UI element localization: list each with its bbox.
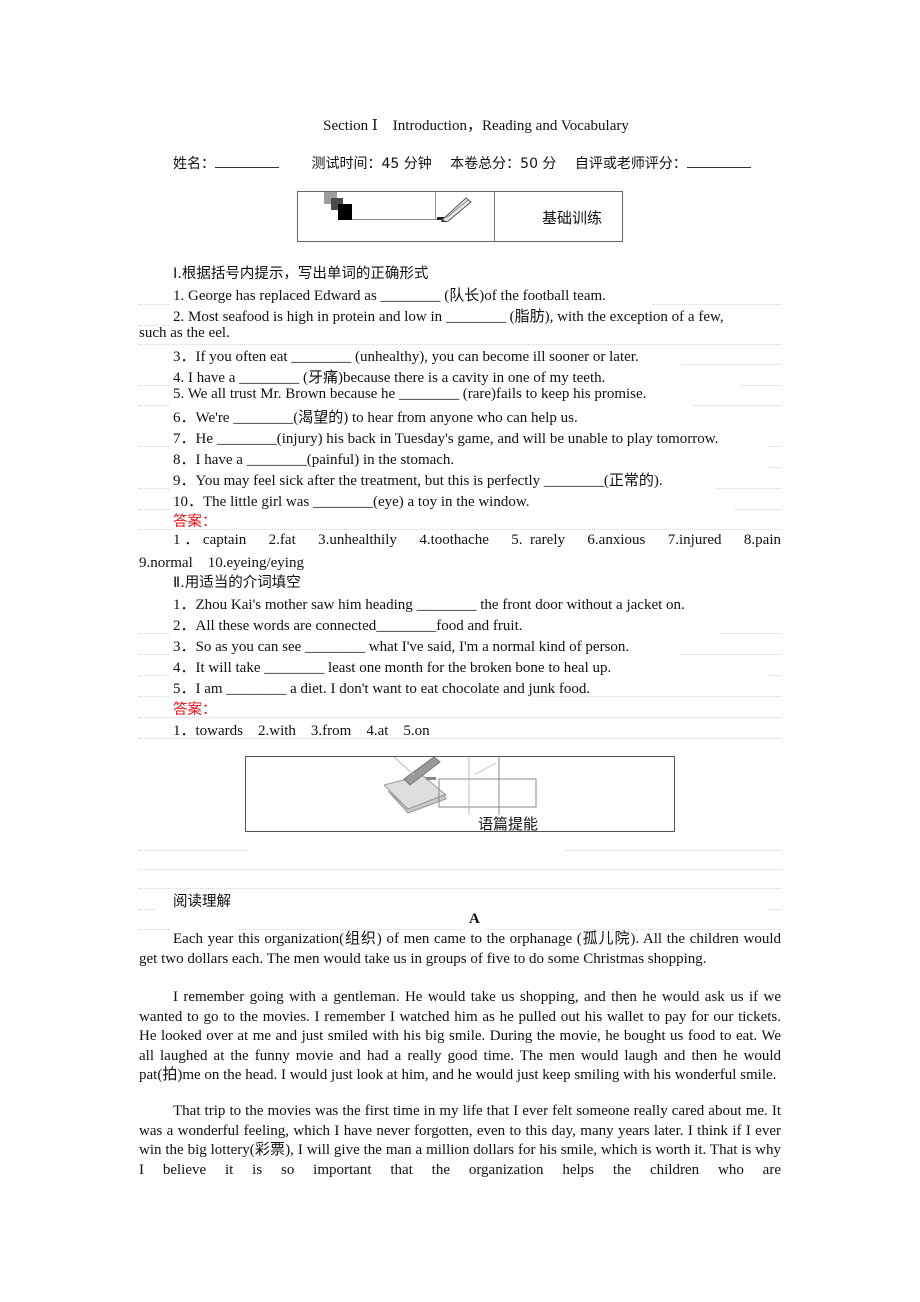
part1-question: 5. We all trust Mr. Brown because he ___…	[173, 386, 647, 402]
dotted-rule	[768, 675, 781, 676]
dotted-rule	[716, 488, 781, 489]
part1-question: 9．You may feel sick after the treatment,…	[173, 473, 663, 489]
reading-heading: 阅读理解	[173, 894, 231, 910]
part1-answer-label: 答案：	[173, 514, 217, 530]
reading-paragraph: Each year this organization(组织) of men c…	[139, 931, 781, 967]
name-blank[interactable]	[215, 156, 279, 168]
dotted-rule	[139, 529, 781, 530]
dotted-rule	[139, 405, 169, 406]
part1-question: 3．If you often eat ________ (unhealthy),…	[173, 349, 639, 365]
part1-answers: 1．captain 2.fat 3.unhealthily 4.toothach…	[139, 531, 781, 551]
dotted-rule	[680, 364, 781, 365]
reading-paragraph: That trip to the movies was the first ti…	[139, 1103, 781, 1178]
reading-banner-label: 语篇提能	[478, 815, 539, 833]
test-time: 测试时间：45 分钟	[311, 156, 432, 172]
name-label: 姓名：	[173, 156, 215, 172]
basic-training-banner: 基础训练	[297, 191, 623, 242]
reading-paragraph: I remember going with a gentleman. He wo…	[139, 989, 781, 1083]
part1-heading: Ⅰ.根据括号内提示，写出单词的正确形式	[173, 266, 429, 282]
banner-divider	[494, 192, 495, 241]
part2-answers: 1．towards 2.with 3.from 4.at 5.on	[173, 723, 430, 739]
part2-question: 4．It will take ________ least one month …	[173, 660, 612, 676]
dotted-rule	[693, 405, 781, 406]
part1-question: 6．We're ________(渴望的) to hear from anyon…	[173, 410, 578, 426]
part1-question: 1. George has replaced Edward as _______…	[173, 288, 606, 304]
part2-question: 2．All these words are connected________f…	[173, 618, 523, 634]
part1-answers-line1: 1．captain 2.fat 3.unhealthily 4.toothach…	[173, 532, 781, 548]
grade-blank[interactable]	[686, 156, 751, 168]
part1-question: 4. I have a ________ (牙痛)because there i…	[173, 370, 606, 386]
part2-heading: Ⅱ.用适当的介词填空	[173, 575, 301, 591]
dotted-rule	[139, 869, 781, 870]
dotted-rule	[139, 738, 781, 739]
dotted-rule	[720, 633, 781, 634]
part1-question-continued: such as the eel.	[139, 325, 230, 341]
dotted-rule	[735, 509, 781, 510]
basic-training-label: 基础训练	[542, 209, 603, 227]
dotted-rule	[139, 696, 169, 697]
dotted-rule	[139, 304, 169, 305]
reading-banner: 语篇提能	[245, 756, 675, 833]
dotted-rule	[768, 467, 781, 468]
part1-question: 8．I have a ________(painful) in the stom…	[173, 452, 455, 468]
dotted-rule	[139, 888, 781, 889]
dotted-rule	[139, 509, 169, 510]
dotted-rule	[139, 717, 781, 718]
dotted-rule	[530, 696, 781, 697]
part1-question: 10．The little girl was ________(eye) a t…	[173, 494, 530, 510]
dotted-rule	[565, 850, 781, 851]
dotted-rule	[680, 654, 781, 655]
total-score: 本卷总分：50 分	[450, 156, 557, 172]
dotted-rule	[768, 909, 781, 910]
dotted-rule	[139, 675, 169, 676]
part1-answers-line2: 9.normal 10.eyeing/eying	[139, 555, 304, 571]
dotted-rule	[139, 633, 169, 634]
dotted-rule	[139, 654, 169, 655]
part1-question: 2. Most seafood is high in protein and l…	[173, 309, 724, 325]
dotted-rule	[139, 385, 169, 386]
passage-letter: A	[469, 911, 480, 927]
dotted-rule	[768, 446, 781, 447]
dotted-rule	[139, 850, 247, 851]
part2-answer-label: 答案：	[173, 702, 217, 718]
grade-label: 自评或老师评分：	[574, 156, 687, 172]
section-title: Section Ⅰ Introduction，Reading and Vocab…	[323, 118, 629, 134]
dotted-rule	[740, 385, 781, 386]
dotted-rule	[139, 909, 155, 910]
dotted-rule	[139, 488, 169, 489]
part1-question: 7．He ________(injury) his back in Tuesda…	[173, 431, 719, 447]
test-info-row: 姓名： 测试时间：45 分钟 本卷总分：50 分 自评或老师评分：	[173, 153, 751, 173]
part2-question: 1．Zhou Kai's mother saw him heading ____…	[173, 597, 685, 613]
part2-question: 5．I am ________ a diet. I don't want to …	[173, 681, 591, 697]
dotted-rule	[139, 446, 169, 447]
part2-question: 3．So as you can see ________ what I've s…	[173, 639, 630, 655]
